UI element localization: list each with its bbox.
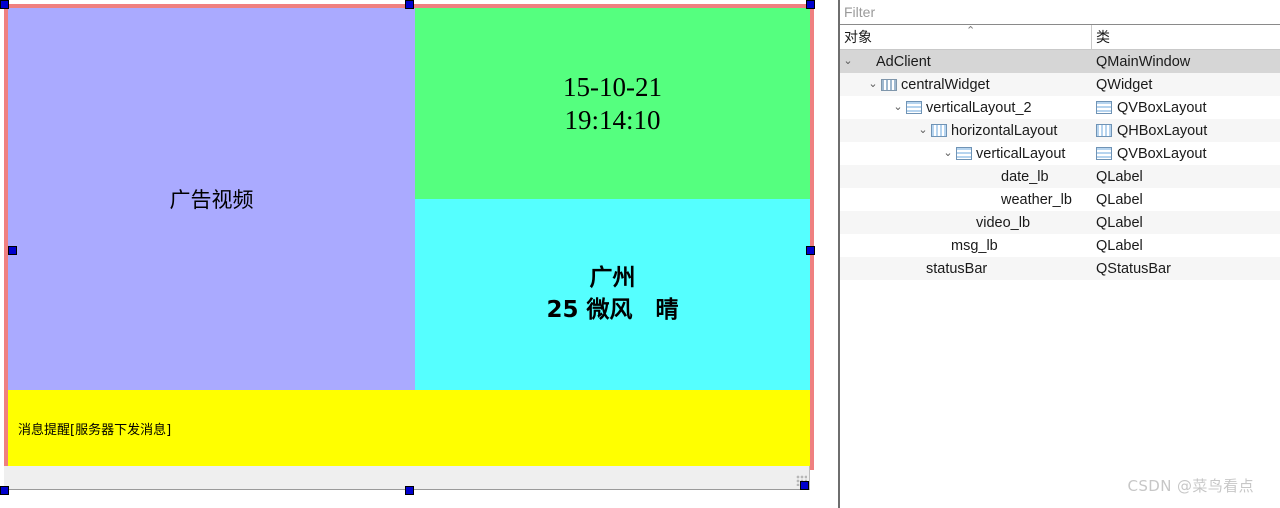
hbox-icon	[931, 124, 947, 137]
tree-row-class-name: QLabel	[1096, 237, 1143, 254]
tree-row-class-name: QVBoxLayout	[1117, 145, 1207, 162]
column-header-object[interactable]: 对象 ⌃	[840, 25, 1092, 49]
tree-row-object-name: AdClient	[876, 53, 931, 70]
tree-row[interactable]: ⌄ horizontalLayout QHBoxLayout	[840, 119, 1280, 142]
resize-handle-bottom-center[interactable]	[405, 486, 414, 495]
tree-row-class-cell: QVBoxLayout	[1092, 96, 1280, 119]
horizontal-layout: 广告视频 15-10-21 19:14:10 广州 25 微风 晴	[8, 8, 810, 390]
date-label-line1: 15-10-21	[563, 71, 662, 102]
vbox-icon	[956, 147, 972, 160]
tree-row-class-name: QMainWindow	[1096, 53, 1191, 70]
tree-row-object-cell: ⌄ verticalLayout_2	[840, 96, 1092, 119]
tree-row-class-cell: QWidget	[1092, 73, 1280, 96]
video-label-text: 广告视频	[169, 188, 254, 212]
resize-handle-middle-left[interactable]	[8, 246, 17, 255]
vbox-icon	[1096, 101, 1112, 114]
object-tree: 对象 ⌃ 类 ⌄ AdClient QMainWindow ⌄ centralWidge…	[840, 25, 1280, 508]
tree-row-class-cell: QLabel	[1092, 188, 1280, 211]
tree-row-class-cell: QVBoxLayout	[1092, 142, 1280, 165]
tree-row-class-cell: QMainWindow	[1092, 50, 1280, 73]
weather-label[interactable]: 广州 25 微风 晴	[415, 199, 810, 390]
resize-handle-bottom-right[interactable]	[800, 481, 809, 490]
tree-row-object-cell: ⌄ centralWidget	[840, 73, 1092, 96]
tree-row-object-name: msg_lb	[951, 237, 998, 254]
tree-row-class-name: QVBoxLayout	[1117, 99, 1207, 116]
filter-row	[840, 0, 1280, 25]
tree-header: 对象 ⌃ 类	[840, 25, 1280, 50]
expand-collapse-icon[interactable]: ⌄	[865, 79, 881, 90]
tree-row-object-cell: date_lb	[840, 165, 1092, 188]
tree-row[interactable]: ⌄ AdClient QMainWindow	[840, 50, 1280, 73]
tree-row-class-cell: QLabel	[1092, 211, 1280, 234]
vbox-icon	[906, 101, 922, 114]
column-header-class-label: 类	[1096, 30, 1110, 46]
tree-row[interactable]: weather_lb QLabel	[840, 188, 1280, 211]
expand-collapse-icon[interactable]: ⌄	[940, 148, 956, 159]
sort-ascending-icon: ⌃	[966, 25, 976, 37]
tree-row-object-name: centralWidget	[901, 76, 990, 93]
tree-row-object-cell: ⌄ AdClient	[840, 50, 1092, 73]
date-label-line2: 19:14:10	[564, 104, 661, 135]
tree-row[interactable]: video_lb QLabel	[840, 211, 1280, 234]
tree-row-object-name: verticalLayout	[976, 145, 1066, 162]
tree-row-class-name: QWidget	[1096, 76, 1153, 93]
tree-row-class-name: QHBoxLayout	[1117, 122, 1208, 139]
column-header-object-label: 对象	[844, 30, 872, 46]
tree-row[interactable]: ⌄ verticalLayout QVBoxLayout	[840, 142, 1280, 165]
tree-row[interactable]: ⌄ centralWidget QWidget	[840, 73, 1280, 96]
tree-row-class-name: QStatusBar	[1096, 260, 1171, 277]
vbox-icon	[1096, 147, 1112, 160]
tree-row-class-name: QLabel	[1096, 191, 1143, 208]
weather-label-detail: 25 微风 晴	[546, 296, 679, 323]
vertical-layout: 15-10-21 19:14:10 广州 25 微风 晴	[415, 8, 810, 390]
message-label-text: 消息提醒[服务器下发消息]	[18, 422, 172, 438]
tree-row-object-name: video_lb	[976, 214, 1031, 231]
tree-row-class-name: QLabel	[1096, 168, 1143, 185]
tree-row-class-cell: QHBoxLayout	[1092, 119, 1280, 142]
tree-row-object-cell: weather_lb	[840, 188, 1092, 211]
object-inspector-panel: 对象 ⌃ 类 ⌄ AdClient QMainWindow ⌄ centralWidge…	[838, 0, 1280, 508]
hbox-icon	[1096, 124, 1112, 137]
tree-row-object-name: verticalLayout_2	[926, 99, 1032, 116]
form-canvas[interactable]: 广告视频 15-10-21 19:14:10 广州 25 微风 晴 消息提醒[服…	[0, 0, 838, 508]
tree-row-class-cell: QLabel	[1092, 165, 1280, 188]
tree-row-object-cell: msg_lb	[840, 234, 1092, 257]
tree-row-object-name: date_lb	[1001, 168, 1049, 185]
resize-handle-top-right[interactable]	[806, 0, 815, 9]
tree-row[interactable]: msg_lb QLabel	[840, 234, 1280, 257]
tree-row-class-cell: QLabel	[1092, 234, 1280, 257]
tree-row[interactable]: statusBar QStatusBar	[840, 257, 1280, 280]
tree-row-object-cell: ⌄ horizontalLayout	[840, 119, 1092, 142]
date-label[interactable]: 15-10-21 19:14:10	[415, 8, 810, 199]
filter-input[interactable]	[840, 0, 1280, 24]
video-label[interactable]: 广告视频	[8, 8, 415, 390]
tree-row-object-name: weather_lb	[1001, 191, 1072, 208]
tree-row-object-cell: video_lb	[840, 211, 1092, 234]
tree-row-class-name: QLabel	[1096, 214, 1143, 231]
designer-window: 广告视频 15-10-21 19:14:10 广州 25 微风 晴 消息提醒[服…	[0, 0, 1280, 508]
tree-row-object-name: statusBar	[926, 260, 988, 277]
tree-row-object-cell: statusBar	[840, 257, 1092, 280]
watermark: CSDN @菜鸟看点	[1127, 477, 1254, 495]
widget-icon	[881, 78, 897, 91]
tree-rows: ⌄ AdClient QMainWindow ⌄ centralWidget QWidge…	[840, 50, 1280, 280]
resize-handle-middle-right[interactable]	[806, 246, 815, 255]
resize-handle-top-center[interactable]	[405, 0, 414, 9]
expand-collapse-icon[interactable]: ⌄	[915, 125, 931, 136]
central-widget[interactable]: 广告视频 15-10-21 19:14:10 广州 25 微风 晴 消息提醒[服…	[8, 8, 810, 466]
column-header-class[interactable]: 类	[1092, 25, 1280, 49]
tree-row-object-name: horizontalLayout	[951, 122, 1058, 139]
message-label[interactable]: 消息提醒[服务器下发消息]	[8, 390, 810, 466]
tree-row-class-cell: QStatusBar	[1092, 257, 1280, 280]
expand-collapse-icon[interactable]: ⌄	[840, 56, 856, 67]
expand-collapse-icon[interactable]: ⌄	[890, 102, 906, 113]
weather-label-city: 广州	[589, 265, 636, 292]
resize-handle-top-left[interactable]	[0, 0, 9, 9]
tree-row-object-cell: ⌄ verticalLayout	[840, 142, 1092, 165]
main-window-preview[interactable]: 广告视频 15-10-21 19:14:10 广州 25 微风 晴 消息提醒[服…	[4, 4, 814, 491]
resize-handle-bottom-left[interactable]	[0, 486, 9, 495]
tree-row[interactable]: date_lb QLabel	[840, 165, 1280, 188]
tree-row[interactable]: ⌄ verticalLayout_2 QVBoxLayout	[840, 96, 1280, 119]
